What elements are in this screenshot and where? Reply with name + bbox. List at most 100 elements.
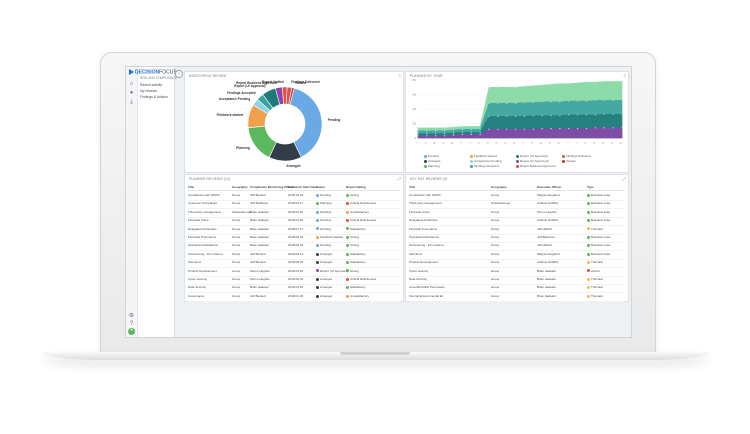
avatar[interactable]: • [128, 328, 135, 335]
legend-item[interactable]: Pending [424, 154, 439, 158]
area-point[interactable] [426, 126, 428, 129]
area-point[interactable] [594, 126, 597, 129]
area-point[interactable] [488, 102, 490, 105]
area-point[interactable] [550, 83, 552, 86]
area-point[interactable] [417, 126, 419, 129]
area-point[interactable] [496, 128, 499, 131]
area-point[interactable] [434, 126, 437, 129]
area-point[interactable] [434, 134, 437, 137]
area-point[interactable] [576, 82, 579, 84]
settings-icon[interactable]: ⚙ [128, 313, 135, 320]
area-point[interactable] [452, 132, 455, 134]
area-point[interactable] [452, 134, 455, 136]
area-point[interactable] [523, 101, 526, 104]
area-point[interactable] [523, 128, 526, 131]
area-point[interactable] [567, 127, 570, 130]
legend-item[interactable]: Findings Delivered [562, 154, 591, 158]
legend-item[interactable]: Arranged [424, 159, 440, 163]
area-point[interactable] [585, 100, 588, 102]
area-point[interactable] [443, 134, 446, 137]
area-point[interactable] [576, 113, 579, 116]
legend-item[interactable]: Report Business Approved [516, 164, 556, 168]
area-point[interactable] [496, 115, 499, 118]
area-point[interactable] [576, 127, 579, 130]
area-point[interactable] [603, 80, 606, 83]
area-point[interactable] [594, 99, 597, 102]
legend-item[interactable]: Acceptance Pending [470, 159, 502, 163]
area-point[interactable] [496, 86, 499, 89]
area-point[interactable] [479, 133, 481, 136]
column-header[interactable]: Executive Officer [537, 185, 562, 189]
area-point[interactable] [559, 82, 561, 85]
nav-recent-activity[interactable]: Recent activity [140, 83, 162, 87]
area-point[interactable] [461, 125, 464, 128]
legend-item[interactable]: Planning [424, 164, 440, 168]
legend-item[interactable]: Closed [562, 159, 575, 163]
area-point[interactable] [514, 128, 517, 131]
area-point[interactable] [541, 84, 544, 86]
area-point[interactable] [470, 125, 473, 128]
planned-reviews-expand-icon[interactable]: ⤢ [398, 176, 401, 181]
area-point[interactable] [603, 99, 606, 102]
table-row[interactable]: Governance Group Jeff Beckett 2018-01-06 Arr… [188, 292, 400, 302]
area-point[interactable] [594, 113, 597, 116]
legend-item[interactable]: Report (Ur Approval) [516, 154, 548, 158]
area-point[interactable] [594, 81, 597, 84]
area-point[interactable] [505, 86, 508, 89]
area-point[interactable] [550, 114, 552, 117]
area-point[interactable] [567, 113, 570, 116]
area-point[interactable] [523, 85, 526, 88]
column-header[interactable]: Type [587, 185, 594, 189]
area-point[interactable] [532, 101, 535, 104]
area-point[interactable] [532, 84, 535, 87]
column-header[interactable]: Report Rating [346, 185, 366, 189]
area-point[interactable] [523, 115, 526, 118]
area-point[interactable] [417, 132, 419, 135]
area-point[interactable] [621, 113, 623, 115]
area-point[interactable] [559, 100, 561, 103]
area-point[interactable] [621, 126, 623, 129]
area-point[interactable] [612, 126, 614, 129]
area-point[interactable] [426, 134, 428, 137]
area-point[interactable] [559, 127, 561, 130]
area-point[interactable] [417, 134, 419, 137]
area-point[interactable] [479, 125, 481, 128]
area-point[interactable] [532, 128, 535, 131]
area-point[interactable] [417, 129, 419, 132]
help-icon[interactable]: ? [128, 321, 135, 328]
area-point[interactable] [461, 128, 464, 131]
area-point[interactable] [479, 131, 481, 134]
column-header[interactable]: Status [316, 185, 325, 189]
legend-item[interactable]: Findings Accepted [470, 164, 499, 168]
key-reviews-expand-icon[interactable]: ⤢ [623, 176, 626, 181]
area-point[interactable] [603, 126, 606, 129]
area-point[interactable] [479, 128, 481, 131]
legend-item[interactable]: Fieldwork started [470, 154, 497, 158]
area-point[interactable] [452, 129, 455, 131]
area-point[interactable] [505, 102, 508, 105]
column-header[interactable]: Geography [232, 185, 248, 189]
download-icon[interactable]: ⤓ [128, 99, 135, 106]
area-point[interactable] [585, 113, 588, 116]
area-point[interactable] [541, 127, 544, 130]
area-point[interactable] [470, 133, 473, 136]
area-point[interactable] [496, 102, 499, 105]
area-point[interactable] [470, 128, 473, 131]
area-point[interactable] [488, 115, 490, 118]
column-header[interactable]: Title [409, 185, 415, 189]
area-point[interactable] [461, 131, 464, 134]
area-point[interactable] [612, 99, 614, 102]
area-point[interactable] [550, 100, 552, 103]
nav-findings-actions[interactable]: Findings & Actions [140, 95, 168, 99]
user-icon[interactable]: ● [128, 90, 135, 97]
area-point[interactable] [621, 99, 623, 102]
area-point[interactable] [470, 131, 473, 134]
area-point[interactable] [567, 82, 570, 85]
collapse-sidebar-button[interactable]: ‹ [175, 70, 183, 78]
area-point[interactable] [426, 132, 428, 135]
area-point[interactable] [434, 129, 437, 132]
area-point[interactable] [532, 114, 535, 117]
area-point[interactable] [550, 127, 552, 130]
area-point[interactable] [603, 113, 606, 115]
home-icon[interactable]: ⌂ [128, 81, 135, 88]
